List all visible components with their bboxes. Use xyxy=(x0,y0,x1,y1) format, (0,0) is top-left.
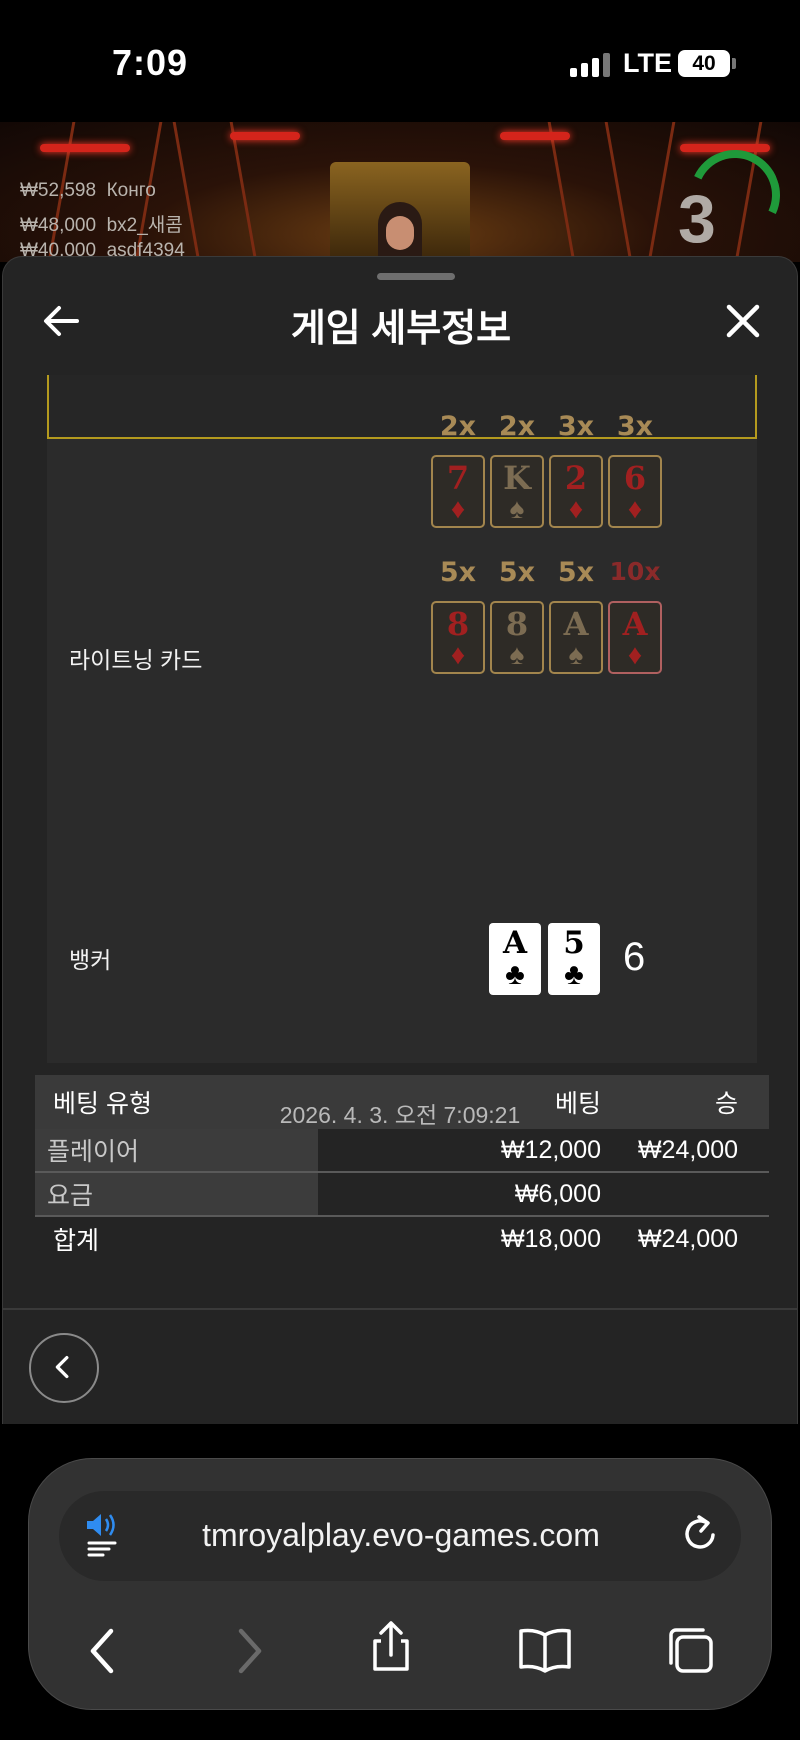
card-rank: 7 xyxy=(446,459,470,497)
signal-icon xyxy=(570,53,610,77)
sheet-grabber[interactable] xyxy=(377,273,455,280)
network-label: LTE xyxy=(623,48,672,78)
card-suit: ♦ xyxy=(568,493,584,524)
card-suit: ♦ xyxy=(450,639,466,670)
status-time: 7:09 xyxy=(112,42,189,83)
close-icon[interactable] xyxy=(721,299,765,343)
round-timestamp: 2026. 4. 3. 오전 7:09:21 xyxy=(279,1102,521,1128)
table-row: 플레이어 ₩12,000 ₩24,000 xyxy=(35,1129,769,1173)
card-rank: K xyxy=(503,459,531,497)
bet-amount: ₩6,000 xyxy=(514,1179,601,1208)
previous-round-button[interactable] xyxy=(29,1333,99,1403)
card-rank: 6 xyxy=(623,459,647,497)
card-suit: ♦ xyxy=(627,639,643,670)
countdown-number: 3 xyxy=(678,181,716,257)
card-suit: ♠ xyxy=(509,639,525,670)
decor-light xyxy=(40,144,130,152)
lightning-card: 8 ♠ xyxy=(490,601,544,674)
lightning-card: 2 ♦ xyxy=(549,455,603,528)
lightning-card: A ♠ xyxy=(549,601,603,674)
multiplier-label: 5x xyxy=(439,557,477,588)
lightning-cards-label: 라이트닝 카드 xyxy=(69,647,203,673)
multiplier-label: 2x xyxy=(439,411,477,442)
decor-light xyxy=(500,132,570,140)
card-rank: 8 xyxy=(446,605,470,643)
card-rank: A xyxy=(622,605,648,643)
battery-tip xyxy=(732,58,736,69)
reload-icon[interactable] xyxy=(673,1509,729,1565)
leaderboard-entry: ₩52,598 Конго xyxy=(20,180,156,201)
share-icon[interactable] xyxy=(363,1619,419,1675)
total-label: 합계 xyxy=(53,1227,100,1255)
lightning-card: 7 ♦ xyxy=(431,455,485,528)
total-bet: ₩18,000 xyxy=(500,1224,601,1253)
decor-panel xyxy=(547,122,633,262)
multiplier-label: 10x xyxy=(609,557,661,586)
game-details-sheet: 게임 세부정보 라이트닝 카드 2x 7 ♦ 2x K ♠ 3x 2 ♦ 3x 6 ♦ 5x 8 ♦ 5x 8 ♠… xyxy=(2,256,798,1424)
total-row: 합계 ₩18,000 ₩24,000 xyxy=(35,1217,769,1261)
decor-panel xyxy=(172,122,258,262)
lightning-card: K ♠ xyxy=(490,455,544,528)
multiplier-label: 5x xyxy=(498,557,536,588)
win-amount: ₩24,000 xyxy=(637,1135,738,1164)
url-text[interactable]: tmroyalplay.evo-games.com xyxy=(29,1517,773,1554)
bet-amount: ₩12,000 xyxy=(500,1135,601,1164)
card-suit: ♠ xyxy=(568,639,584,670)
bet-type: 플레이어 xyxy=(35,1129,318,1171)
card-suit: ♦ xyxy=(627,493,643,524)
banker-card: 5 ♣ xyxy=(548,923,600,995)
forward-icon[interactable] xyxy=(219,1623,275,1679)
card-suit: ♠ xyxy=(509,493,525,524)
sheet-title: 게임 세부정보 xyxy=(290,308,512,350)
multiplier-label: 2x xyxy=(498,411,536,442)
status-bar: 7:09 LTE 40 xyxy=(0,0,800,122)
battery-icon: 40 xyxy=(678,50,730,77)
total-win: ₩24,000 xyxy=(637,1224,738,1253)
lightning-card: 8 ♦ xyxy=(431,601,485,674)
card-rank: A xyxy=(563,605,589,643)
card-suit: ♦ xyxy=(450,493,466,524)
lightning-card: A ♦ xyxy=(608,601,662,674)
banker-score: 6 xyxy=(623,935,646,979)
bookmarks-icon[interactable] xyxy=(517,1623,573,1679)
bet-type: 요금 xyxy=(35,1173,318,1215)
browser-toolbar: tmroyalplay.evo-games.com xyxy=(28,1458,772,1710)
leaderboard-entry: ₩48,000 bx2_새콤 xyxy=(20,215,183,236)
back-icon[interactable] xyxy=(77,1623,133,1679)
multiplier-label: 5x xyxy=(557,557,595,588)
table-row: 요금 ₩6,000 xyxy=(35,1173,769,1217)
chevron-left-icon xyxy=(55,1355,69,1379)
banker-label: 뱅커 xyxy=(69,947,112,973)
decor-light xyxy=(230,132,300,140)
dealer-face xyxy=(386,216,414,250)
divider xyxy=(3,1308,797,1310)
tabs-icon[interactable] xyxy=(663,1623,719,1679)
lightning-card: 6 ♦ xyxy=(608,455,662,528)
game-result-panel: 라이트닝 카드 2x 7 ♦ 2x K ♠ 3x 2 ♦ 3x 6 ♦ 5x 8 ♦ 5x 8 ♠ 5x A ♠ 10x A… xyxy=(47,375,757,1063)
card-rank: 2 xyxy=(564,459,588,497)
multiplier-label: 3x xyxy=(616,411,654,442)
multiplier-label: 3x xyxy=(557,411,595,442)
banker-card: A ♣ xyxy=(489,923,541,995)
card-rank: 8 xyxy=(505,605,529,643)
